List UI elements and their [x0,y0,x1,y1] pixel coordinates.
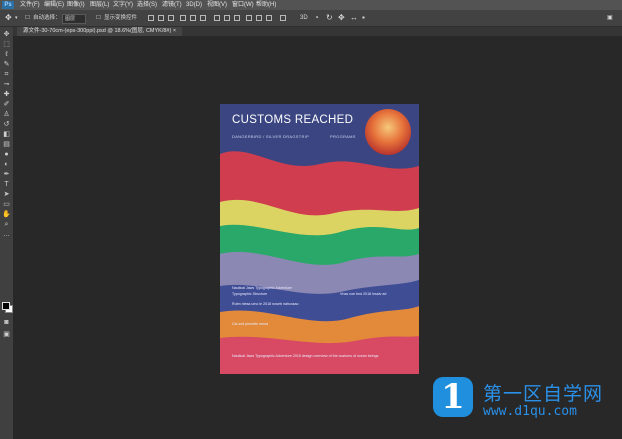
auto-select-label: 自动选择： [33,15,61,21]
menu-select[interactable]: 选择(S) [137,0,157,10]
eraser-tool-icon[interactable]: ◧ [2,131,11,139]
3d-orbit-icon[interactable]: ◔ [314,10,319,26]
show-transform-label: 显示变换控件 [104,15,138,21]
move-tool-icon[interactable]: ✥ [2,31,11,39]
menu-filter[interactable]: 滤镜(T) [162,0,182,10]
crop-tool-icon[interactable]: ⌗ [2,71,11,79]
3d-pan-icon[interactable]: ✥ [338,10,345,26]
3d-scale-icon[interactable]: ▪ [362,10,365,26]
poster-subtitle-right: PROGRAMS [330,134,356,139]
document-tab[interactable]: 源文件-30-70cm-(eps-300ppi).psd @ 18.6%(图层,… [17,27,183,36]
type-tool-icon[interactable]: T [2,181,11,189]
marquee-tool-icon[interactable]: ⬚ [2,41,11,49]
menu-help[interactable]: 帮助(H) [256,0,276,10]
checkbox-icon[interactable]: ☐ [96,10,101,26]
poster-text-block: Nautical Jaws Typographic Adventure 2018… [232,354,379,358]
healing-tool-icon[interactable]: ✚ [2,91,11,99]
site-url: www.d1qu.com [483,404,577,419]
align-right-icon[interactable] [200,15,206,21]
checkbox-icon[interactable]: ☐ [25,10,30,26]
poster-artwork[interactable]: CUSTOMS REACHED DANGERBIRD / SILVER DRAG… [220,104,419,374]
menu-3d[interactable]: 3D(D) [186,0,202,10]
auto-align-icon[interactable] [280,15,286,21]
menu-type[interactable]: 文字(Y) [113,0,133,10]
sun-graphic [365,109,411,155]
3d-slide-icon[interactable]: ↔ [350,10,358,26]
dodge-tool-icon[interactable]: ◐ [2,161,11,169]
history-brush-tool-icon[interactable]: ↺ [2,121,11,129]
menu-layer[interactable]: 图层(L) [90,0,109,10]
site-logo-icon: 1 [433,377,473,417]
menu-view[interactable]: 视图(V) [207,0,227,10]
align-top-icon[interactable] [148,15,154,21]
options-bar: ✥ ▾ ☐ 自动选择： 图层 ☐ 显示变换控件 3D ◔ ↻ ✥ ↔ ▪ ▣ [0,10,622,27]
align-left-icon[interactable] [180,15,186,21]
poster-subtitle-left: DANGERBIRD / SILVER DRAGSTRIP [232,134,310,139]
align-hcenter-icon[interactable] [190,15,196,21]
distribute-right-icon[interactable] [266,15,272,21]
brush-tool-icon[interactable]: ✐ [2,101,11,109]
stamp-tool-icon[interactable]: ♙ [2,111,11,119]
lasso-tool-icon[interactable]: ℓ [2,51,11,59]
distribute-vcenter-icon[interactable] [224,15,230,21]
foreground-color-swatch[interactable] [2,302,10,310]
site-watermark: 1 第一区自学网 www.d1qu.com [433,369,620,429]
distribute-top-icon[interactable] [214,15,220,21]
zoom-tool-icon[interactable]: ⌕ [2,221,11,229]
quick-select-tool-icon[interactable]: ✎ [2,61,11,69]
poster-text-block: Nautical Jaws Typographic Adventure [232,286,292,290]
distribute-bottom-icon[interactable] [234,15,240,21]
menu-file[interactable]: 文件(F) [20,0,40,10]
menu-bar: Ps 文件(F) 编辑(E) 图像(I) 图层(L) 文字(Y) 选择(S) 滤… [0,0,622,10]
align-bottom-icon[interactable] [168,15,174,21]
align-vcenter-icon[interactable] [158,15,164,21]
eyedropper-tool-icon[interactable]: ⊸ [2,81,11,89]
shape-tool-icon[interactable]: ▭ [2,201,11,209]
gradient-tool-icon[interactable]: ▤ [2,141,11,149]
3d-roll-icon[interactable]: ↻ [326,10,333,26]
tools-panel: ✥ ⬚ ℓ ✎ ⌗ ⊸ ✚ ✐ ♙ ↺ ◧ ▤ ● ◐ ✒ T ➤ ▭ ✋ ⌕ … [0,27,14,439]
poster-text-block: Rutm ntesa umo le 2018 noseb nahcosao [232,302,299,306]
path-select-tool-icon[interactable]: ➤ [2,191,11,199]
poster-text-block: Vnas noe bnd 2018 lnsaiv ad [340,292,387,296]
move-icon[interactable]: ✥ [5,10,12,26]
screen-mode-icon[interactable]: ▣ [2,331,11,339]
menu-window[interactable]: 窗口(W) [232,0,254,10]
3d-mode-label: 3D [300,15,308,21]
blur-tool-icon[interactable]: ● [2,151,11,159]
photoshop-logo-icon: Ps [2,1,14,9]
distribute-left-icon[interactable] [246,15,252,21]
poster-text-block: Typographic Structure [232,292,268,296]
workspace-icon[interactable]: ▣ [607,10,613,26]
more-tools-icon[interactable]: … [2,231,11,239]
menu-edit[interactable]: 编辑(E) [44,0,64,10]
auto-select-dropdown[interactable]: 图层 [62,14,86,24]
site-brand-name: 第一区自学网 [483,383,604,405]
document-tab-bar: 源文件-30-70cm-(eps-300ppi).psd @ 18.6%(图层,… [13,27,622,36]
distribute-hcenter-icon[interactable] [256,15,262,21]
poster-title: CUSTOMS REACHED [232,114,354,126]
chevron-down-icon[interactable]: ▾ [15,10,18,26]
hand-tool-icon[interactable]: ✋ [2,211,11,219]
pen-tool-icon[interactable]: ✒ [2,171,11,179]
quick-mask-icon[interactable]: ◙ [2,319,11,327]
poster-graphic [220,104,419,374]
poster-text-block: Cla sed pimmtte nmod [232,322,268,326]
menu-image[interactable]: 图像(I) [67,0,85,10]
